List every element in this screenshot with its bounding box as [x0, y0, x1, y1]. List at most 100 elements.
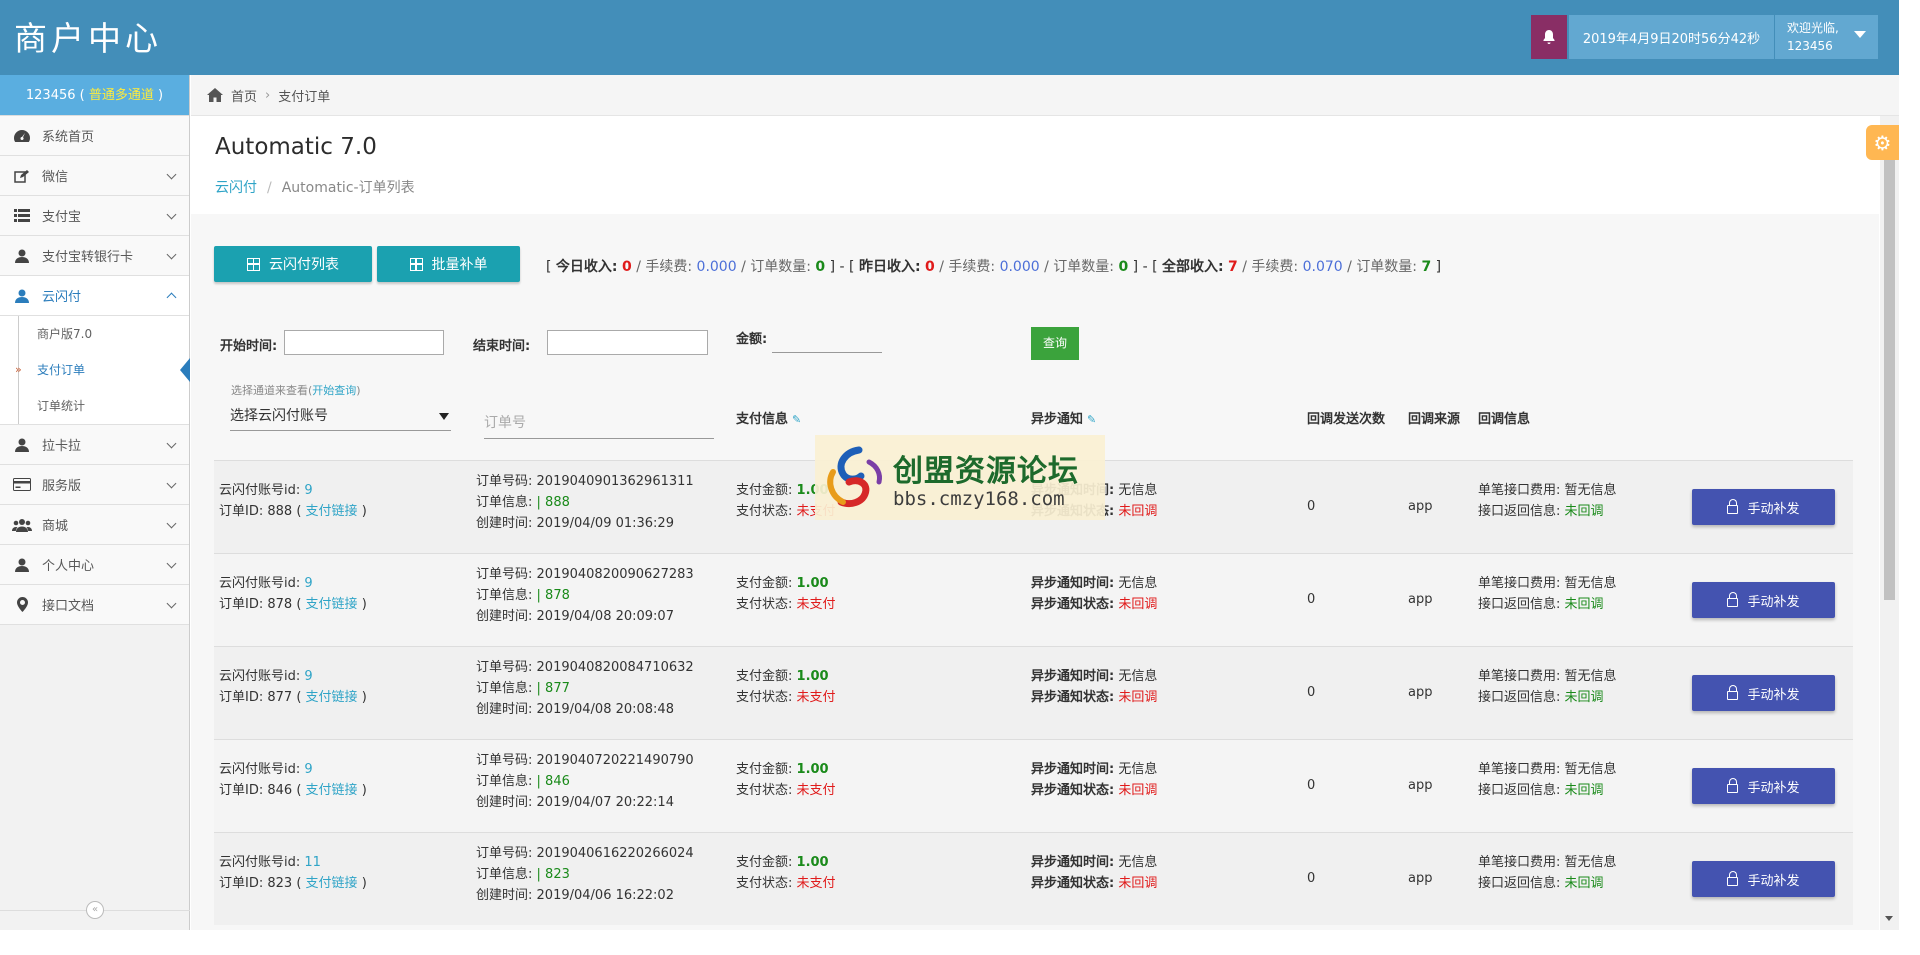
callback-info-cell: 单笔接口费用: 暂无信息 接口返回信息: 未回调	[1478, 759, 1617, 801]
sidebar-item-alipay-bank[interactable]: 支付宝转银行卡	[0, 236, 189, 276]
account-id-label: 云闪付账号id:	[219, 483, 301, 498]
user-menu-button[interactable]: 欢迎光临, 123456	[1775, 15, 1878, 59]
today-count-label: 订单数量:	[750, 259, 811, 275]
sidebar-item-api-docs[interactable]: 接口文档	[0, 585, 189, 625]
notifications-button[interactable]	[1531, 15, 1567, 59]
sidebar-item-label: 接口文档	[42, 599, 95, 614]
manual-fix-button[interactable]: 手动补发	[1692, 861, 1835, 897]
manual-fix-button[interactable]: 手动补发	[1692, 489, 1835, 525]
manual-fix-button[interactable]: 手动补发	[1692, 582, 1835, 618]
sidebar-item-unionpay[interactable]: 云闪付	[0, 276, 189, 316]
pay-link[interactable]: 支付链接	[306, 783, 358, 798]
pay-amount-label: 支付金额:	[736, 669, 793, 684]
sidebar-item-home[interactable]: 系统首页	[0, 116, 189, 156]
edit-pencil-icon[interactable]: ✎	[792, 413, 801, 426]
order-number-input[interactable]: 订单号	[484, 406, 714, 439]
created-label: 创建时间:	[476, 795, 533, 810]
sidebar-item-label: 拉卡拉	[42, 439, 82, 454]
start-time-input[interactable]	[284, 330, 444, 355]
notify-time-label: 异步通知时间:	[1031, 762, 1115, 777]
pay-link[interactable]: 支付链接	[306, 597, 358, 612]
created-label: 创建时间:	[476, 609, 533, 624]
order-id-label: 订单ID:	[219, 783, 264, 798]
end-time-label: 结束时间:	[473, 339, 531, 354]
breadcrumb-home[interactable]: 首页	[231, 86, 257, 105]
pay-link[interactable]: 支付链接	[306, 504, 358, 519]
notify-status-value: 未回调	[1118, 690, 1158, 705]
all-fee: 0.070	[1302, 259, 1343, 275]
pay-amount-value: 1.00	[796, 762, 829, 777]
account-id-value[interactable]: 9	[304, 576, 312, 591]
pay-status-value: 未支付	[796, 690, 836, 705]
account-id-value[interactable]: 9	[304, 669, 312, 684]
account-id-label: 云闪付账号id:	[219, 576, 301, 591]
sidebar-item-shop[interactable]: 商城	[0, 505, 189, 545]
settings-gear-button[interactable]: ⚙	[1866, 125, 1899, 160]
lock-icon	[1727, 778, 1739, 793]
sidebar-collapse-button[interactable]: «	[86, 901, 104, 919]
manual-fix-button[interactable]: 手动补发	[1692, 675, 1835, 711]
notify-time-label: 异步通知时间:	[1031, 669, 1115, 684]
scroll-down-arrow-icon[interactable]	[1885, 916, 1893, 921]
all-label: 全部收入:	[1161, 259, 1224, 275]
hint-start-query-link[interactable]: 开始查询	[312, 384, 356, 397]
sidebar-subitem-orders[interactable]: » 支付订单	[15, 352, 190, 388]
fee-value: 暂无信息	[1564, 576, 1617, 591]
callback-count-cell: 0	[1307, 499, 1316, 514]
batch-fix-button[interactable]: 批量补单	[377, 246, 520, 282]
pay-link[interactable]: 支付链接	[306, 876, 358, 891]
sidebar-item-profile[interactable]: 个人中心	[0, 545, 189, 585]
callback-count-cell: 0	[1307, 592, 1316, 607]
order-id-label: 订单ID:	[219, 597, 264, 612]
sidebar-item-alipay[interactable]: 支付宝	[0, 196, 189, 236]
return-info-label: 接口返回信息:	[1478, 504, 1561, 519]
pay-status-label: 支付状态:	[736, 876, 793, 891]
chevron-up-icon	[166, 292, 177, 303]
amount-label: 金额:	[736, 332, 768, 347]
yesterday-count-label: 订单数量:	[1053, 259, 1114, 275]
account-id-value[interactable]: 9	[304, 762, 312, 777]
sidebar-item-label: 商城	[42, 519, 69, 534]
today-count: 0	[815, 259, 826, 275]
pay-status-value: 未支付	[796, 876, 836, 891]
sidebar-subitem-merchant[interactable]: 商户版7.0	[18, 316, 189, 352]
account-id-value[interactable]: 9	[304, 483, 312, 498]
vertical-scrollbar[interactable]	[1880, 116, 1899, 930]
lock-icon	[1727, 871, 1739, 886]
pay-link[interactable]: 支付链接	[306, 690, 358, 705]
amount-input[interactable]	[772, 352, 882, 353]
lock-icon	[1727, 499, 1739, 514]
double-chevron-icon: »	[15, 363, 22, 376]
button-label: 手动补发	[1747, 780, 1800, 796]
sidebar-item-wechat[interactable]: 微信	[0, 156, 189, 196]
col-async-notify: 异步通知 ✎	[1031, 408, 1096, 427]
gear-icon: ⚙	[1873, 130, 1892, 155]
pay-status-value: 未支付	[796, 597, 836, 612]
account-cell: 云闪付账号id: 9 订单ID: 888 ( 支付链接 )	[219, 483, 367, 519]
table-row: 云闪付账号id: 9 订单ID: 877 ( 支付链接 ) 订单号码: 201904…	[214, 646, 1853, 739]
order-id-label: 订单ID:	[219, 876, 264, 891]
callback-source-cell: app	[1408, 871, 1433, 886]
sidebar-item-service[interactable]: 服务版	[0, 465, 189, 505]
notify-status-label: 异步通知状态:	[1031, 690, 1115, 705]
manual-fix-button[interactable]: 手动补发	[1692, 768, 1835, 804]
chevron-down-icon	[166, 598, 177, 609]
query-button[interactable]: 查询	[1031, 327, 1079, 360]
sidebar-item-lakala[interactable]: 拉卡拉	[0, 425, 189, 465]
sidebar-subitem-stats[interactable]: 订单统计	[18, 388, 189, 424]
account-select[interactable]: 选择云闪付账号	[230, 399, 451, 431]
unionpay-list-button[interactable]: 云闪付列表	[214, 246, 372, 282]
created-label: 创建时间:	[476, 702, 533, 717]
lock-icon	[1727, 685, 1739, 700]
scrollbar-thumb[interactable]	[1884, 156, 1895, 600]
button-label: 手动补发	[1747, 873, 1800, 889]
all-count: 7	[1421, 259, 1432, 275]
end-time-input[interactable]	[547, 330, 708, 355]
account-id-value[interactable]: 11	[304, 855, 321, 870]
edit-pencil-icon[interactable]: ✎	[1087, 413, 1096, 426]
subtitle-link[interactable]: 云闪付	[215, 180, 257, 196]
order-info-label: 订单信息:	[476, 495, 533, 510]
home-icon	[207, 88, 223, 102]
notify-status-value: 未回调	[1118, 597, 1158, 612]
grid-icon	[247, 257, 260, 271]
